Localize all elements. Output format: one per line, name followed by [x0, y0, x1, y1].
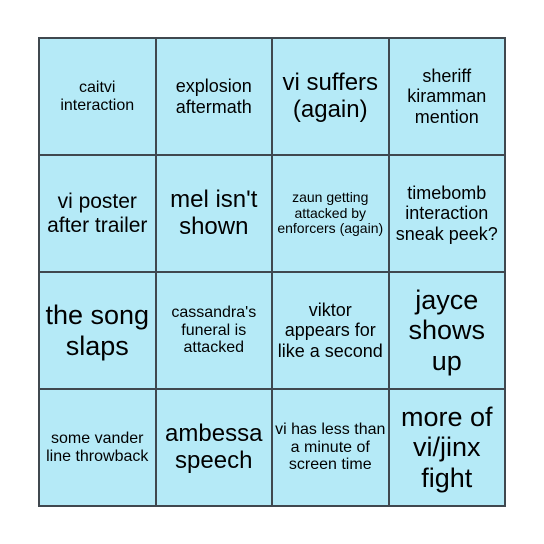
bingo-cell-r3c2[interactable]: cassandra's funeral is attacked	[154, 271, 273, 390]
bingo-cell-r1c2[interactable]: explosion aftermath	[154, 37, 273, 156]
bingo-cell-r2c4[interactable]: timebomb interaction sneak peek?	[387, 154, 506, 273]
bingo-cell-r4c4[interactable]: more of vi/jinx fight	[387, 388, 506, 507]
bingo-cell-r3c1[interactable]: the song slaps	[38, 271, 157, 390]
bingo-row: the song slaps cassandra's funeral is at…	[38, 271, 506, 390]
bingo-cell-r2c1[interactable]: vi poster after trailer	[38, 154, 157, 273]
bingo-cell-r2c2[interactable]: mel isn't shown	[154, 154, 273, 273]
bingo-cell-r1c1[interactable]: caitvi interaction	[38, 37, 157, 156]
bingo-cell-r1c3[interactable]: vi suffers (again)	[271, 37, 390, 156]
bingo-cell-r4c2[interactable]: ambessa speech	[154, 388, 273, 507]
bingo-card: caitvi interaction explosion aftermath v…	[38, 37, 506, 507]
bingo-row: some vander line throwback ambessa speec…	[38, 388, 506, 507]
bingo-grid: caitvi interaction explosion aftermath v…	[38, 37, 506, 507]
bingo-cell-r2c3[interactable]: zaun getting attacked by enforcers (agai…	[271, 154, 390, 273]
bingo-cell-r3c3[interactable]: viktor appears for like a second	[271, 271, 390, 390]
bingo-cell-r4c1[interactable]: some vander line throwback	[38, 388, 157, 507]
bingo-cell-r3c4[interactable]: jayce shows up	[387, 271, 506, 390]
bingo-cell-r1c4[interactable]: sheriff kiramman mention	[387, 37, 506, 156]
bingo-row: vi poster after trailer mel isn't shown …	[38, 154, 506, 273]
bingo-cell-r4c3[interactable]: vi has less than a minute of screen time	[271, 388, 390, 507]
bingo-row: caitvi interaction explosion aftermath v…	[38, 37, 506, 156]
